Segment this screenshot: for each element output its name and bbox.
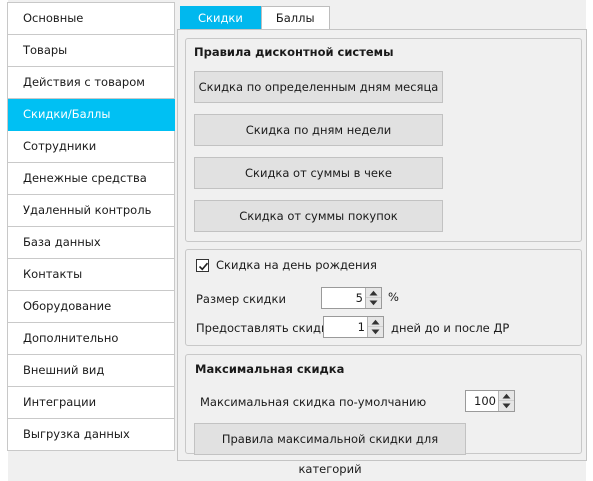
max-discount-default-value: 100	[474, 394, 496, 408]
max-discount-title: Максимальная скидка	[195, 362, 345, 376]
checkmark-icon	[198, 262, 209, 271]
stepper-down-icon[interactable]	[368, 327, 383, 337]
max-discount-default-stepper[interactable]: 100	[465, 390, 515, 412]
sidebar-item-money[interactable]: Денежные средства	[8, 163, 175, 195]
discount-size-unit: %	[388, 290, 399, 304]
stepper-up-icon[interactable]	[499, 391, 514, 401]
tab-points[interactable]: Баллы	[260, 6, 330, 30]
category-max-discount-rules-button[interactable]: Правила максимальной скидки для категори…	[194, 423, 466, 476]
provide-discount-suffix: дней до и после ДР	[391, 321, 510, 335]
sidebar-item-additional[interactable]: Дополнительно	[8, 323, 175, 355]
discount-size-stepper[interactable]: 5	[321, 287, 382, 309]
discount-size-value: 5	[355, 291, 363, 305]
discount-receipt-sum-button[interactable]: Скидка от суммы в чеке	[194, 157, 443, 189]
tab-content-panel: Правила дисконтной системы Скидка по опр…	[177, 29, 587, 476]
sidebar-item-employees[interactable]: Сотрудники	[8, 131, 175, 163]
max-discount-default-label: Максимальная скидка по-умолчанию	[200, 395, 427, 409]
discount-rules-title: Правила дисконтной системы	[194, 45, 394, 59]
sidebar-item-integrations[interactable]: Интеграции	[8, 387, 175, 419]
sidebar-item-goods-actions[interactable]: Действия с товаром	[8, 67, 175, 99]
discount-purchases-sum-button[interactable]: Скидка от суммы покупок	[194, 200, 443, 232]
stepper-up-icon[interactable]	[366, 288, 381, 298]
sidebar-item-database[interactable]: База данных	[8, 227, 175, 259]
max-discount-group: Максимальная скидка Максимальная скидка …	[185, 354, 582, 476]
birthday-discount-checkbox[interactable]	[196, 259, 209, 272]
settings-sidebar: Основные Товары Действия с товаром Скидк…	[7, 2, 175, 451]
discount-rules-group: Правила дисконтной системы Скидка по опр…	[185, 38, 582, 242]
stepper-down-icon[interactable]	[366, 298, 381, 308]
sidebar-item-data-export[interactable]: Выгрузка данных	[8, 419, 175, 451]
sidebar-item-goods[interactable]: Товары	[8, 35, 175, 67]
stepper-down-icon[interactable]	[499, 401, 514, 411]
stepper-up-icon[interactable]	[368, 317, 383, 327]
sidebar-item-main[interactable]: Основные	[8, 3, 175, 35]
provide-discount-days-value: 1	[357, 320, 365, 334]
birthday-discount-label: Скидка на день рождения	[216, 258, 377, 272]
sidebar-item-discounts-points[interactable]: Скидки/Баллы	[8, 99, 175, 131]
tab-bar: Скидки Баллы	[180, 6, 330, 30]
background-window-right	[586, 0, 593, 481]
tab-discounts[interactable]: Скидки	[180, 6, 261, 30]
birthday-discount-group: Скидка на день рождения Размер скидки 5 …	[185, 249, 582, 346]
discount-days-of-month-button[interactable]: Скидка по определенным дням месяца	[194, 71, 443, 103]
discount-size-label: Размер скидки	[196, 292, 286, 306]
provide-discount-label: Предоставлять скидку	[196, 321, 335, 335]
sidebar-item-appearance[interactable]: Внешний вид	[8, 355, 175, 387]
sidebar-item-equipment[interactable]: Оборудование	[8, 291, 175, 323]
discount-week-days-button[interactable]: Скидка по дням недели	[194, 114, 443, 146]
sidebar-item-remote-control[interactable]: Удаленный контроль	[8, 195, 175, 227]
sidebar-item-contacts[interactable]: Контакты	[8, 259, 175, 291]
provide-discount-days-stepper[interactable]: 1	[323, 316, 384, 338]
